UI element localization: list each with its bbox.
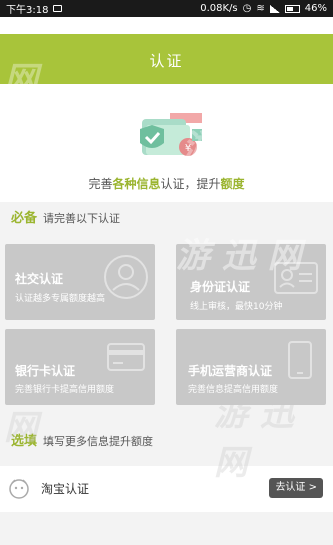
list-item-taobao-auth[interactable]: 淘宝认证 去认证 > [0, 466, 333, 512]
taobao-auth-label: 淘宝认证 [41, 482, 90, 496]
signal-icon [269, 4, 280, 13]
page-title: 认证 [149, 52, 184, 70]
certification-illustration-icon: ¥ [140, 113, 202, 156]
header: 认证 ¥ 完善各种信息认证，提升额度 [0, 17, 333, 202]
wifi-icon: ≋ [256, 3, 265, 14]
required-section-title: 必备 请完善以下认证 [11, 207, 120, 226]
go-auth-button[interactable]: 去认证 > [269, 478, 323, 498]
header-subtitle: 完善各种信息认证，提升额度 [88, 177, 245, 191]
taobao-icon [9, 479, 29, 499]
svg-text:¥: ¥ [185, 143, 191, 154]
required-key: 必备 [11, 211, 38, 226]
id-card-icon [274, 262, 318, 294]
bank-card-auth-card[interactable]: 银行卡认证 完善银行卡提高信用额度 [5, 329, 155, 405]
social-avatar-icon [104, 255, 148, 299]
status-bar: 下午3:18 0.08K/s ◷ ≋ 46% [0, 0, 333, 17]
social-auth-card[interactable]: 社交认证 认证越多专属额度越高 [5, 244, 155, 320]
required-desc: 请完善以下认证 [43, 212, 121, 225]
notification-icon [53, 5, 63, 12]
battery-icon [284, 4, 300, 13]
optional-key: 选填 [11, 434, 38, 449]
id-card-auth-card[interactable]: 身份证认证 线上审核，最快10分钟 [176, 244, 326, 320]
mobile-phone-icon [288, 341, 312, 379]
optional-desc: 填写更多信息提升额度 [43, 435, 154, 448]
status-time: 下午3:18 [6, 5, 49, 16]
network-speed: 0.08K/s [200, 3, 238, 14]
clock-icon: ◷ [242, 3, 252, 14]
battery-percent: 46% [304, 3, 327, 14]
optional-section-title: 选填 填写更多信息提升额度 [11, 430, 153, 449]
bank-card-icon [107, 343, 145, 371]
mobile-carrier-auth-card[interactable]: 手机运营商认证 完善信息提高信用额度 [176, 329, 326, 405]
